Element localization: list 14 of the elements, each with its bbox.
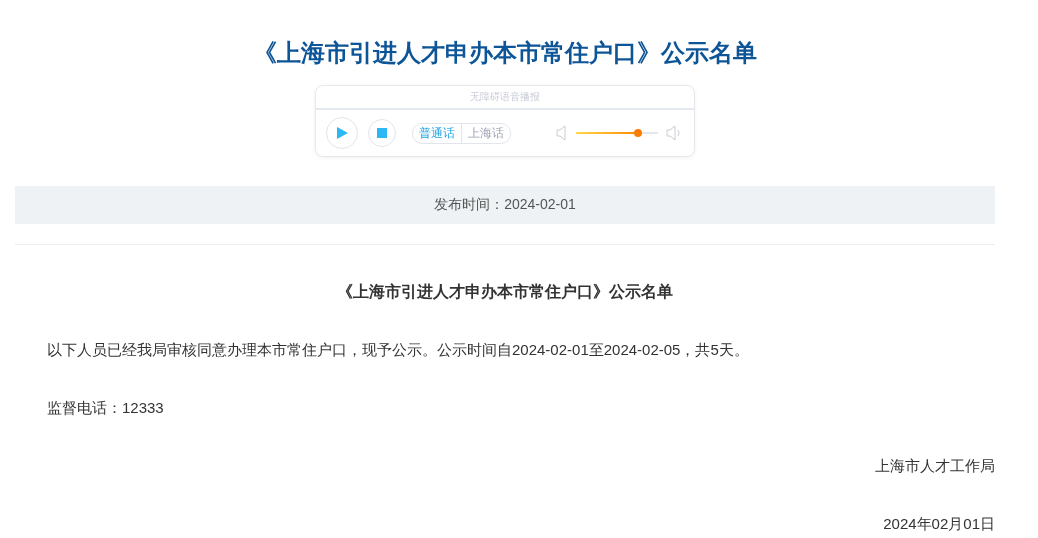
volume-low-icon[interactable]: [556, 125, 568, 141]
article-heading: 《上海市引进人才申办本市常住户口》公示名单: [336, 282, 674, 302]
play-button[interactable]: [326, 117, 358, 149]
page-title: 《上海市引进人才申办本市常住户口》公示名单: [252, 38, 758, 68]
signature-line: 2024年02月01日: [882, 514, 995, 534]
language-tab[interactable]: 上海话: [461, 123, 510, 143]
language-tab[interactable]: 普通话: [413, 123, 461, 143]
stop-icon: [376, 127, 388, 139]
signature-line: 上海市人才工作局: [874, 456, 995, 476]
play-icon: [335, 126, 349, 140]
stop-button[interactable]: [368, 119, 396, 147]
paragraph: 以下人员已经我局审核同意办理本市常住户口，现予公示。公示时间自2024-02-01至2024-02-05，共5天。: [47, 340, 750, 360]
paragraph: 监督电话：12333: [47, 398, 165, 418]
publish-time: 发布时间：2024-02-01: [434, 196, 576, 214]
